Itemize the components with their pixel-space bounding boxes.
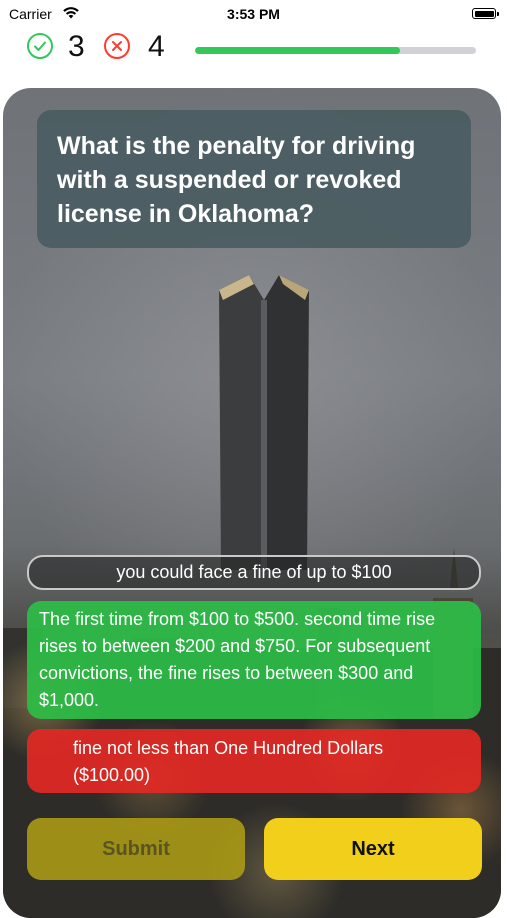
status-time: 3:53 PM xyxy=(227,6,280,22)
status-bar: Carrier 3:53 PM xyxy=(0,0,507,30)
score-row: 3 4 xyxy=(0,30,507,66)
answer-option-1[interactable]: you could face a fine of up to $100 xyxy=(27,555,481,590)
question-text: What is the penalty for driving with a s… xyxy=(57,132,416,228)
submit-button[interactable]: Submit xyxy=(27,818,245,880)
question-box: What is the penalty for driving with a s… xyxy=(37,110,471,248)
correct-count: 3 xyxy=(68,30,85,63)
battery-icon xyxy=(472,8,499,19)
wrong-count: 4 xyxy=(148,30,165,63)
answer-option-3-wrong[interactable]: fine not less than One Hundred Dollars (… xyxy=(27,729,481,793)
answer-option-2-correct[interactable]: The first time from $100 to $500. second… xyxy=(27,601,481,719)
x-circle-icon xyxy=(104,33,130,59)
question-card: What is the penalty for driving with a s… xyxy=(3,88,501,918)
progress-fill xyxy=(195,47,401,54)
skyscraper-image xyxy=(219,275,309,570)
progress-bar xyxy=(195,47,476,54)
next-button[interactable]: Next xyxy=(264,818,482,880)
checkmark-circle-icon xyxy=(27,33,53,59)
